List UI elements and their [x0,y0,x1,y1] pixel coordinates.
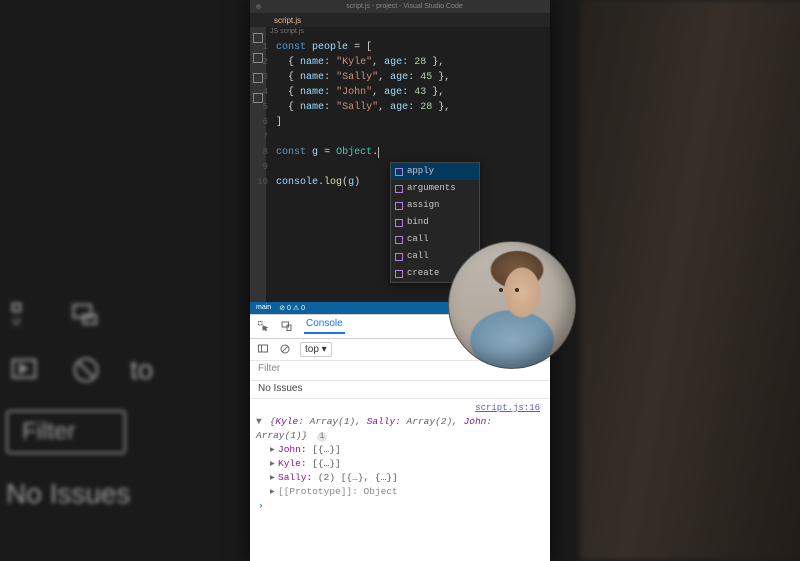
method-icon [395,270,403,278]
clear-console-icon[interactable] [278,343,292,355]
bg-devtools-blur: to Filter No Issues [6,300,246,534]
window-title: script.js - project - Visual Studio Code [346,3,463,10]
webcam-overlay [448,241,576,369]
git-branch[interactable]: main [256,304,271,311]
source-link[interactable]: script.js:16 [256,401,544,415]
suggestion-item[interactable]: call [391,231,479,248]
code-str: "Kyle" [336,57,372,68]
breadcrumb[interactable]: JS script.js [250,27,550,36]
console-output[interactable]: script.js:16 ▼ {Kyle: Array(1), Sally: A… [250,399,550,561]
console-sidebar-icon[interactable] [256,343,270,355]
method-icon [395,185,403,193]
vertical-video-frame: script.js - project - Visual Studio Code… [250,0,550,561]
issues-row[interactable]: No Issues [250,381,550,399]
console-prompt[interactable]: › [256,499,544,513]
object-entry[interactable]: ▸Sally: (2) [{…}, {…}] [256,471,544,485]
info-icon[interactable]: i [317,432,327,442]
logged-object-summary[interactable]: ▼ {Kyle: Array(1), Sally: Array(2), John… [256,415,544,443]
bg-face-blur [580,0,800,560]
method-icon [395,219,403,227]
inspect-element-icon[interactable] [256,320,270,332]
method-icon [395,236,403,244]
console-tab[interactable]: Console [304,318,345,334]
object-entry[interactable]: ▸John: [{…}] [256,443,544,457]
context-selector[interactable]: top ▾ [300,342,332,357]
code-area[interactable]: 1const people = [ 2 { name: "Kyle", age:… [250,36,550,190]
suggestion-item[interactable]: bind [391,214,479,231]
file-tab[interactable]: script.js [268,16,307,25]
method-icon [395,202,403,210]
device-toolbar-icon[interactable] [280,320,294,332]
traffic-light-icon [256,4,261,9]
prototype-entry[interactable]: ▸[[Prototype]]: Object [256,485,544,499]
suggestion-item[interactable]: assign [391,197,479,214]
method-icon [395,168,403,176]
error-count[interactable]: ⊘ 0 ⚠ 0 [279,304,305,312]
object-entry[interactable]: ▸Kyle: [{…}] [256,457,544,471]
suggestion-item[interactable]: arguments [391,180,479,197]
method-icon [395,253,403,261]
editor-tabs: script.js [250,13,550,27]
window-titlebar: script.js - project - Visual Studio Code [250,0,550,13]
suggestion-item[interactable]: apply [391,163,479,180]
